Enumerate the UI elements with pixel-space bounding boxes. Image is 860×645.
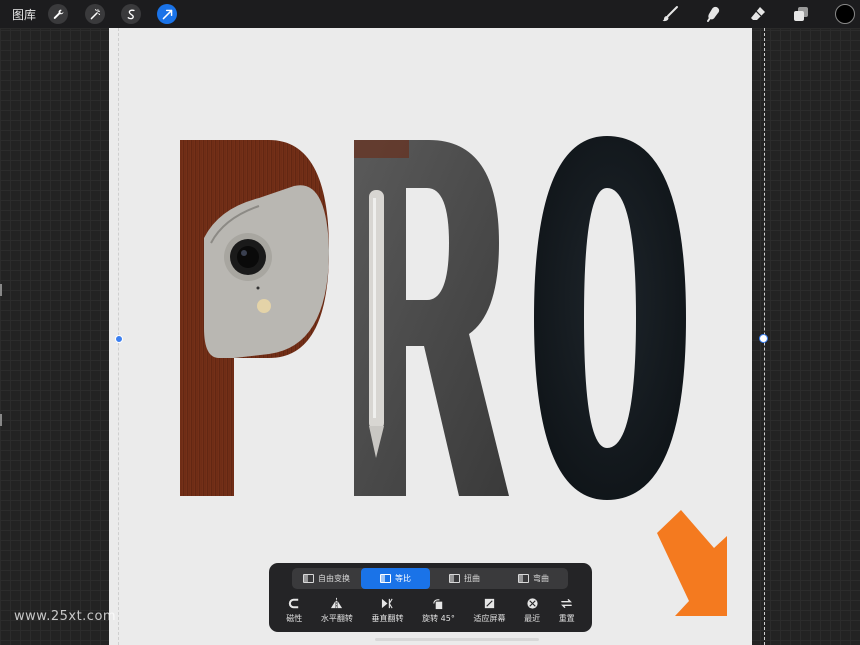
sidebar-handle-top[interactable] xyxy=(0,284,2,296)
selection-icon[interactable] xyxy=(121,4,141,24)
fit-screen-button[interactable]: 适应屏幕 xyxy=(473,597,505,624)
distort-icon xyxy=(449,574,460,583)
brush-icon[interactable] xyxy=(659,3,681,25)
flip-horizontal-button[interactable]: 水平翻转 xyxy=(321,597,353,624)
magnet-button[interactable]: 磁性 xyxy=(286,597,302,624)
uniform-icon xyxy=(380,574,391,583)
drawing-canvas[interactable] xyxy=(109,28,752,645)
transform-panel: 自由变换 等比 扭曲 弯曲 磁性 水平翻转 垂直翻转 旋转 45° 适应屏幕 最… xyxy=(269,563,592,632)
rotate-icon xyxy=(433,599,443,610)
transform-handle-left[interactable] xyxy=(115,335,123,343)
home-indicator xyxy=(375,638,539,641)
transform-mode-selector: 自由变换 等比 扭曲 弯曲 xyxy=(292,568,568,589)
mode-uniform[interactable]: 等比 xyxy=(361,568,430,589)
letter-p xyxy=(180,140,329,496)
flip-horizontal-icon xyxy=(331,597,343,610)
layers-icon[interactable] xyxy=(790,3,812,25)
reset-button[interactable]: 重置 xyxy=(559,597,575,624)
color-well[interactable] xyxy=(835,4,855,24)
transform-tools: 磁性 水平翻转 垂直翻转 旋转 45° 适应屏幕 最近 重置 xyxy=(269,597,592,624)
mode-warp[interactable]: 弯曲 xyxy=(499,568,568,589)
mode-distort[interactable]: 扭曲 xyxy=(430,568,499,589)
smudge-icon[interactable] xyxy=(703,3,725,25)
transform-handle-right[interactable] xyxy=(759,334,768,343)
mode-freeform[interactable]: 自由变换 xyxy=(292,568,361,589)
letter-r xyxy=(354,140,509,496)
magic-wand-icon[interactable] xyxy=(85,4,105,24)
top-toolbar: 图库 xyxy=(0,0,860,29)
pro-artwork xyxy=(180,136,727,616)
orange-arrow-icon xyxy=(657,510,727,616)
fit-screen-icon xyxy=(484,598,495,609)
reset-icon xyxy=(561,599,573,608)
freeform-icon xyxy=(303,574,314,583)
letter-o xyxy=(534,136,686,500)
recent-button[interactable]: 最近 xyxy=(524,597,540,624)
sidebar-handle-bottom[interactable] xyxy=(0,414,2,426)
watermark: www.25xt.com xyxy=(14,609,117,624)
recent-icon xyxy=(526,598,538,609)
flip-vertical-button[interactable]: 垂直翻转 xyxy=(372,597,404,624)
eraser-icon[interactable] xyxy=(747,3,769,25)
gallery-button[interactable]: 图库 xyxy=(12,6,36,23)
transform-arrow-icon[interactable] xyxy=(157,4,177,24)
warp-icon xyxy=(518,574,529,583)
flip-vertical-icon xyxy=(381,598,393,609)
magnet-icon xyxy=(288,598,299,609)
rotate-45-button[interactable]: 旋转 45° xyxy=(422,597,455,624)
wrench-icon[interactable] xyxy=(48,4,68,24)
